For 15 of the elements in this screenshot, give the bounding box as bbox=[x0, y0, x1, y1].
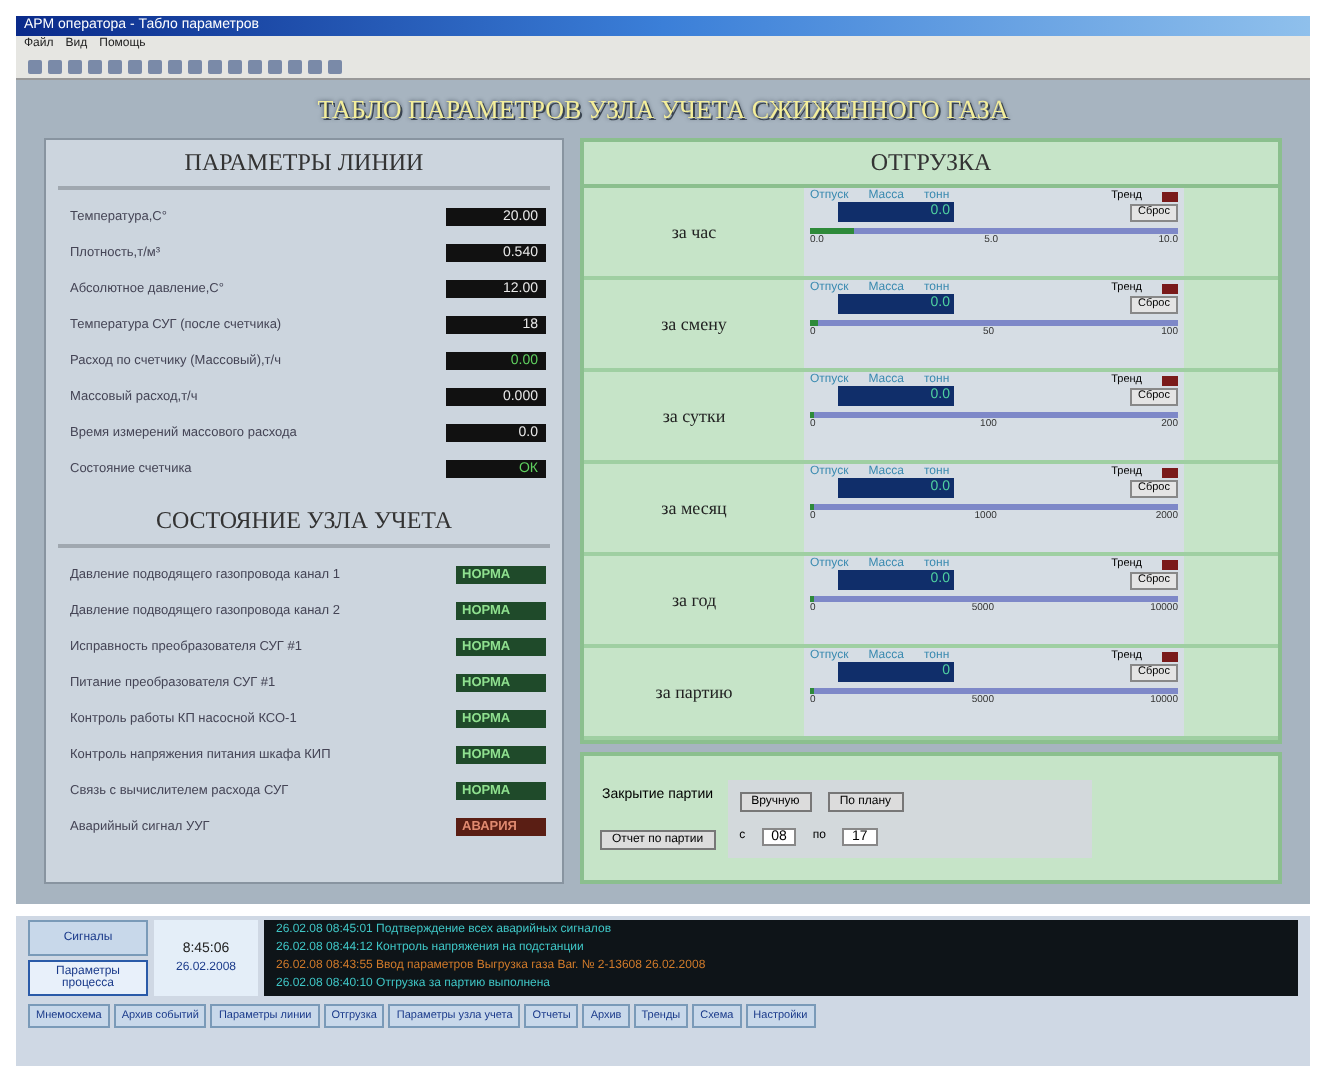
trend-indicator bbox=[1162, 375, 1178, 385]
period-label: за год bbox=[669, 588, 719, 614]
period-label: за месяц bbox=[659, 496, 729, 522]
period-label: за смену bbox=[659, 312, 729, 338]
trend-indicator bbox=[1162, 191, 1178, 201]
board-title: ТАБЛО ПАРАМЕТРОВ УЗЛА УЧЕТА СЖИЖЕННОГО ГАЗА bbox=[315, 92, 1011, 128]
trend-indicator bbox=[1162, 651, 1178, 661]
section-title: ПАРАМЕТРЫ ЛИНИИ bbox=[58, 140, 550, 190]
period-label: за час bbox=[669, 220, 719, 246]
trend-indicator bbox=[1162, 559, 1178, 569]
period-label: за партию bbox=[653, 680, 735, 706]
section-title: СОСТОЯНИЕ УЗЛА УЧЕТА bbox=[58, 498, 550, 548]
trend-indicator bbox=[1162, 283, 1178, 293]
trend-indicator bbox=[1162, 467, 1178, 477]
period-label: за сутки bbox=[660, 404, 728, 430]
